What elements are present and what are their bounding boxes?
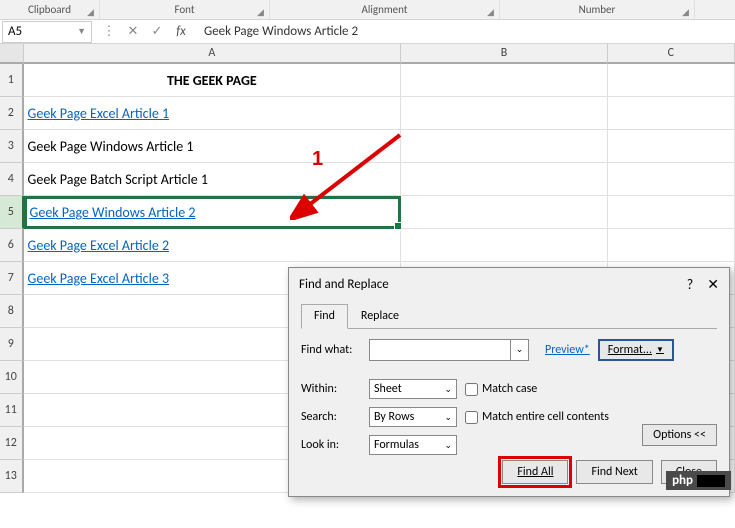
watermark: php	[666, 471, 731, 490]
column-headers: A B C	[0, 44, 735, 64]
dialog-launcher-icon[interactable]: ◢	[682, 7, 692, 17]
fx-icon[interactable]: fx	[172, 24, 190, 39]
ribbon-group-alignment: Alignment◢	[270, 0, 500, 19]
column-header-a[interactable]: A	[24, 44, 402, 64]
preview-link[interactable]: Preview*	[545, 343, 590, 357]
find-all-button[interactable]: Find All	[502, 460, 568, 484]
tab-find[interactable]: Find	[301, 304, 348, 329]
ribbon-group-font: Font◢	[100, 0, 270, 19]
hyperlink[interactable]: Geek Page Windows Article 2	[30, 204, 196, 221]
row-header[interactable]: 5	[0, 196, 24, 229]
row-header[interactable]: 12	[0, 427, 24, 460]
find-replace-dialog: Find and Replace ? ✕ Find Replace Find w…	[288, 267, 730, 497]
cell[interactable]	[608, 163, 735, 196]
name-box-value: A5	[8, 24, 22, 39]
cell[interactable]: Geek Page Windows Article 1	[24, 130, 402, 163]
dialog-launcher-icon[interactable]: ◢	[87, 7, 97, 17]
match-entire-checkbox[interactable]	[465, 411, 478, 424]
select-all-corner[interactable]	[0, 44, 24, 64]
search-label: Search:	[301, 410, 361, 424]
row-header[interactable]: 11	[0, 394, 24, 427]
table-row: 2Geek Page Excel Article 1	[0, 97, 735, 130]
dialog-title-text: Find and Replace	[299, 277, 389, 292]
cell[interactable]	[608, 64, 735, 97]
formula-input[interactable]: Geek Page Windows Article 2	[198, 24, 735, 39]
row-header[interactable]: 2	[0, 97, 24, 130]
dialog-titlebar[interactable]: Find and Replace ? ✕	[289, 268, 729, 300]
chevron-down-icon: ⌄	[444, 412, 452, 423]
cell[interactable]	[608, 229, 735, 262]
help-button[interactable]: ?	[687, 276, 694, 293]
chevron-down-icon: ⌄	[444, 440, 452, 451]
table-row: 5 Geek Page Windows Article 2	[0, 196, 735, 229]
dialog-launcher-icon[interactable]: ◢	[487, 7, 497, 17]
row-header[interactable]: 9	[0, 328, 24, 361]
cell[interactable]	[401, 196, 608, 229]
annotation-1: 1	[312, 148, 323, 171]
match-case-checkbox[interactable]	[465, 383, 478, 396]
within-select[interactable]: Sheet⌄	[369, 379, 457, 399]
separator-icon: ⋮	[100, 24, 118, 39]
match-case-label: Match case	[482, 382, 537, 396]
dialog-launcher-icon[interactable]: ◢	[257, 7, 267, 17]
find-next-button[interactable]: Find Next	[576, 460, 652, 484]
column-header-c[interactable]: C	[608, 44, 735, 64]
table-row: 1THE GEEK PAGE	[0, 64, 735, 97]
cell[interactable]	[401, 64, 608, 97]
row-header[interactable]: 7	[0, 262, 24, 295]
ribbon-group-clipboard: Clipboard◢	[0, 0, 100, 19]
cell[interactable]: Geek Page Batch Script Article 1	[24, 163, 402, 196]
cancel-icon[interactable]: ✕	[124, 24, 142, 39]
find-what-input[interactable]: ⌄	[369, 339, 529, 361]
cell[interactable]	[608, 196, 735, 229]
cell[interactable]	[401, 229, 608, 262]
search-select[interactable]: By Rows⌄	[369, 407, 457, 427]
name-box[interactable]: A5 ▼	[2, 21, 92, 43]
chevron-down-icon[interactable]: ⌄	[510, 340, 528, 360]
formula-bar-buttons: ⋮ ✕ ✓ fx	[92, 24, 198, 39]
cell[interactable]: Geek Page Windows Article 2	[24, 196, 402, 229]
cell[interactable]: Geek Page Excel Article 2	[24, 229, 402, 262]
chevron-down-icon: ⌄	[444, 384, 452, 395]
tab-replace[interactable]: Replace	[348, 304, 412, 328]
ribbon-group-labels: Clipboard◢ Font◢ Alignment◢ Number◢	[0, 0, 735, 20]
cell[interactable]	[608, 130, 735, 163]
dialog-tabs: Find Replace	[301, 304, 717, 329]
ribbon-group-number: Number◢	[500, 0, 695, 19]
table-row: 4Geek Page Batch Script Article 1	[0, 163, 735, 196]
row-header[interactable]: 1	[0, 64, 24, 97]
enter-icon[interactable]: ✓	[148, 24, 166, 39]
cell[interactable]	[401, 130, 608, 163]
row-header[interactable]: 3	[0, 130, 24, 163]
cell[interactable]: THE GEEK PAGE	[24, 64, 402, 97]
cell[interactable]	[401, 97, 608, 130]
row-header[interactable]: 10	[0, 361, 24, 394]
cell[interactable]	[608, 97, 735, 130]
row-header[interactable]: 8	[0, 295, 24, 328]
cell[interactable]	[401, 163, 608, 196]
format-button[interactable]: Format...▼	[598, 339, 674, 361]
hyperlink[interactable]: Geek Page Excel Article 2	[28, 237, 170, 254]
table-row: 3Geek Page Windows Article 1	[0, 130, 735, 163]
column-header-b[interactable]: B	[401, 44, 608, 64]
hyperlink[interactable]: Geek Page Excel Article 3	[28, 270, 170, 287]
options-button[interactable]: Options <<	[642, 424, 717, 446]
formula-bar: A5 ▼ ⋮ ✕ ✓ fx Geek Page Windows Article …	[0, 20, 735, 44]
find-what-label: Find what:	[301, 343, 361, 357]
row-header[interactable]: 4	[0, 163, 24, 196]
chevron-down-icon[interactable]: ▼	[77, 26, 86, 37]
row-header[interactable]: 13	[0, 460, 24, 493]
cell[interactable]: Geek Page Excel Article 1	[24, 97, 402, 130]
table-row: 6Geek Page Excel Article 2	[0, 229, 735, 262]
row-header[interactable]: 6	[0, 229, 24, 262]
lookin-select[interactable]: Formulas⌄	[369, 435, 457, 455]
hyperlink[interactable]: Geek Page Excel Article 1	[28, 105, 170, 122]
close-icon[interactable]: ✕	[707, 276, 719, 293]
lookin-label: Look in:	[301, 438, 361, 452]
chevron-down-icon: ▼	[656, 345, 664, 355]
match-entire-label: Match entire cell contents	[482, 410, 609, 424]
within-label: Within:	[301, 382, 361, 396]
